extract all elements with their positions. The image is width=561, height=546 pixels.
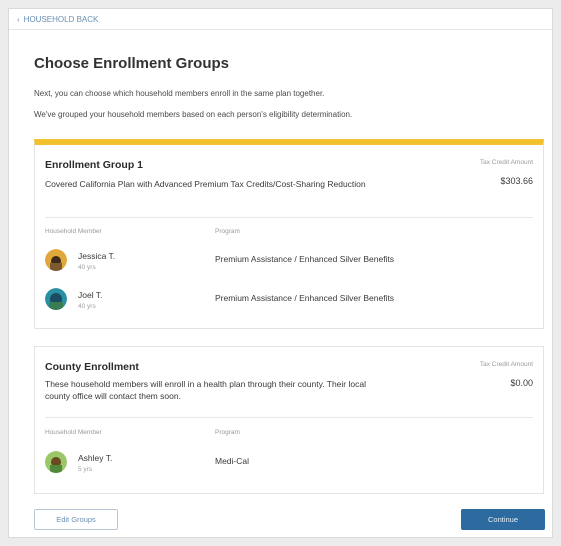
- col-program: Program: [215, 228, 240, 235]
- member-row: Jessica T. 40 yrs Premium Assistance / E…: [45, 249, 525, 277]
- county-enrollment-card: County Enrollment These household member…: [34, 346, 544, 494]
- page-title: Choose Enrollment Groups: [34, 55, 230, 72]
- intro-text-2: We've grouped your household members bas…: [34, 110, 353, 119]
- member-program: Premium Assistance / Enhanced Silver Ben…: [215, 293, 395, 303]
- member-age: 40 yrs: [78, 303, 96, 310]
- member-row: Ashley T. 5 yrs Medi-Cal: [45, 451, 525, 479]
- group-divider: [45, 417, 533, 418]
- back-link-label: HOUSEHOLD BACK: [23, 15, 99, 24]
- continue-button[interactable]: Continue: [461, 509, 545, 530]
- avatar: [45, 451, 67, 473]
- chevron-left-icon: ‹: [17, 15, 20, 24]
- member-name: Joel T.: [78, 290, 103, 300]
- avatar: [45, 249, 67, 271]
- col-program: Program: [215, 429, 240, 436]
- member-program: Medi-Cal: [215, 456, 250, 466]
- group-divider: [45, 217, 533, 218]
- member-program: Premium Assistance / Enhanced Silver Ben…: [215, 254, 395, 264]
- member-row: Joel T. 40 yrs Premium Assistance / Enha…: [45, 288, 525, 316]
- enrollment-page: ‹ HOUSEHOLD BACK Choose Enrollment Group…: [8, 8, 553, 538]
- premium-label: Tax Credit Amount: [479, 159, 533, 166]
- premium-value: $303.66: [500, 176, 533, 186]
- col-household-member: Household Member: [45, 429, 102, 436]
- intro-text-1: Next, you can choose which household mem…: [34, 89, 325, 98]
- col-household-member: Household Member: [45, 228, 102, 235]
- member-name: Jessica T.: [78, 251, 116, 261]
- member-age: 40 yrs: [78, 264, 96, 271]
- group-description: These household members will enroll in a…: [45, 379, 366, 401]
- premium-value: $0.00: [510, 378, 533, 388]
- edit-groups-button[interactable]: Edit Groups: [34, 509, 118, 530]
- group-title: Enrollment Group 1: [45, 159, 144, 171]
- avatar: [45, 288, 67, 310]
- member-name: Ashley T.: [78, 453, 113, 463]
- premium-label: Tax Credit Amount: [479, 361, 533, 368]
- group-title: County Enrollment: [45, 361, 139, 373]
- group-description: Covered California Plan with Advanced Pr…: [45, 179, 366, 189]
- back-link[interactable]: ‹ HOUSEHOLD BACK: [17, 15, 98, 24]
- member-age: 5 yrs: [78, 466, 93, 473]
- header-divider: [9, 29, 552, 30]
- enrollment-group-card: Enrollment Group 1 Covered California Pl…: [34, 139, 544, 329]
